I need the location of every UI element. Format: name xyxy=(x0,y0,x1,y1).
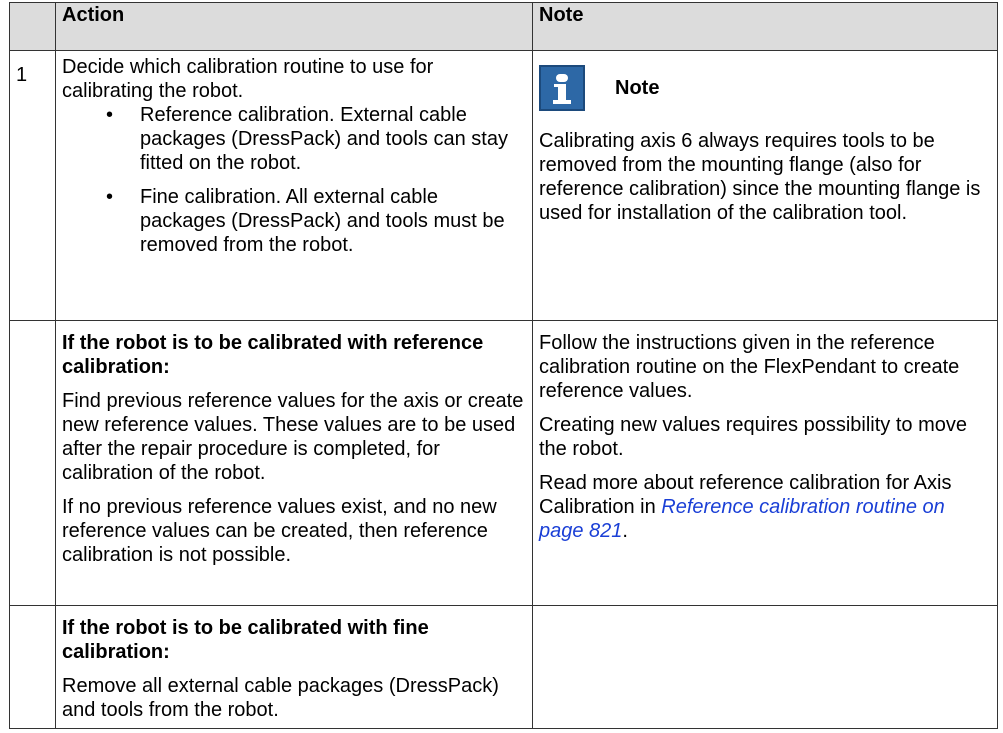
note-paragraph: Read more about reference calibration fo… xyxy=(539,471,991,543)
table-header-row: Action Note xyxy=(9,2,998,51)
header-step-number xyxy=(9,2,56,51)
action-cell: If the robot is to be calibrated with re… xyxy=(55,320,533,606)
step-number xyxy=(9,605,56,729)
action-cell: If the robot is to be calibrated with fi… xyxy=(55,605,533,729)
action-paragraph: Find previous reference values for the a… xyxy=(62,390,524,484)
table-row: If the robot is to be calibrated with re… xyxy=(9,320,998,606)
action-heading: If the robot is to be calibrated with fi… xyxy=(62,617,429,663)
header-action: Action xyxy=(55,2,533,51)
note-text: Calibrating axis 6 always requires tools… xyxy=(539,130,981,224)
option-text: Reference calibration. External cable pa… xyxy=(140,104,508,174)
table-row: 1 Decide which calibration routine to us… xyxy=(9,50,998,321)
bullet: • xyxy=(106,104,114,126)
action-cell: Decide which calibration routine to use … xyxy=(55,50,533,321)
step-number xyxy=(9,320,56,606)
step-number: 1 xyxy=(9,50,56,321)
list-item: • Fine calibration. All external cable p… xyxy=(62,185,526,257)
note-header: Note xyxy=(539,59,991,117)
manual-page: Action Note 1 Decide which calibration r… xyxy=(0,0,1003,733)
bullet: • xyxy=(106,186,114,208)
action-paragraph: Remove all external cable packages (Dres… xyxy=(62,675,499,721)
action-paragraph: If no previous reference values exist, a… xyxy=(62,496,497,566)
note-cell: Follow the instructions given in the ref… xyxy=(532,320,998,606)
header-note: Note xyxy=(532,2,998,51)
option-text: Fine calibration. All external cable pac… xyxy=(140,186,505,256)
table-row: If the robot is to be calibrated with fi… xyxy=(9,605,998,729)
list-item: • Reference calibration. External cable … xyxy=(62,103,526,175)
note-cell: Note Calibrating axis 6 always requires … xyxy=(532,50,998,321)
note-paragraph: Creating new values requires possibility… xyxy=(539,414,967,460)
action-heading: If the robot is to be calibrated with re… xyxy=(62,332,484,378)
info-icon xyxy=(539,65,585,111)
action-intro: Decide which calibration routine to use … xyxy=(62,56,434,102)
note-text-after-link: . xyxy=(622,520,628,542)
procedure-table: Action Note 1 Decide which calibration r… xyxy=(9,2,998,729)
note-cell xyxy=(532,605,998,729)
note-paragraph: Follow the instructions given in the ref… xyxy=(539,332,960,402)
note-title: Note xyxy=(615,77,660,99)
calibration-options-list: • Reference calibration. External cable … xyxy=(62,103,526,257)
